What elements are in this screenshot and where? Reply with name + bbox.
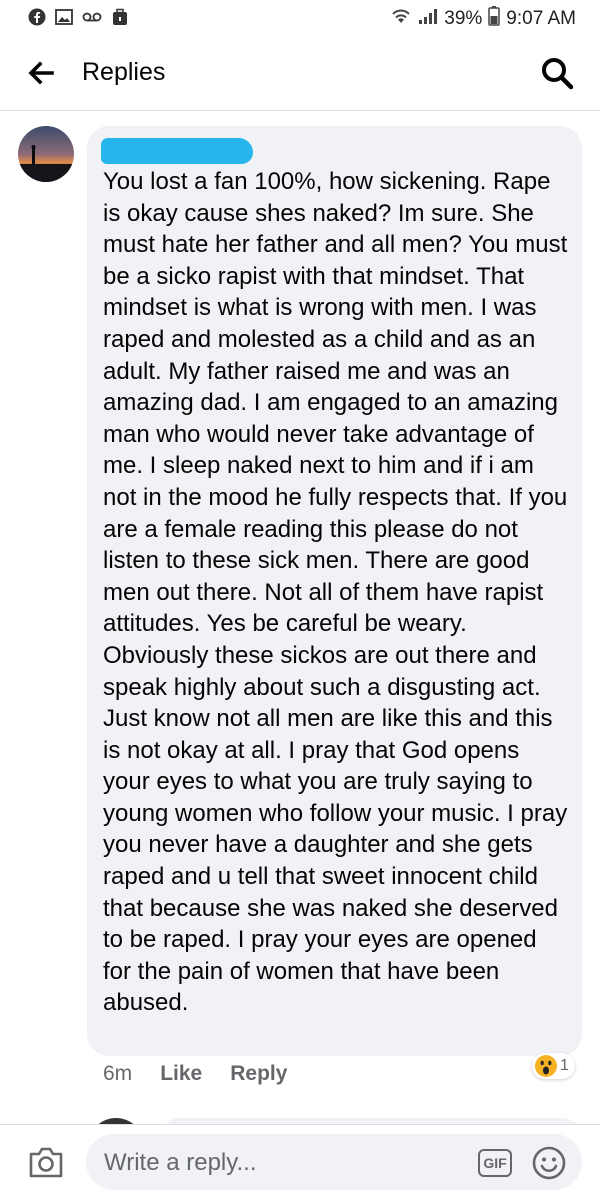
- status-bar: 39% 9:07 AM: [0, 0, 600, 36]
- comment-bubble: You lost a fan 100%, how sickening. Rape…: [87, 126, 582, 1056]
- notification-icons: [28, 8, 129, 31]
- reply-input-placeholder: Write a reply...: [104, 1149, 257, 1176]
- search-icon[interactable]: [540, 56, 574, 90]
- page-title: Replies: [82, 58, 166, 86]
- battery-percent: 39%: [444, 8, 483, 29]
- battery-icon: [488, 6, 501, 32]
- reply-composer: Write a reply... GIF: [0, 1124, 600, 1201]
- comment-text: You lost a fan 100%, how sickening. Rape…: [103, 168, 568, 1017]
- smiley-icon[interactable]: [532, 1146, 566, 1180]
- clock: 9:07 AM: [506, 8, 576, 29]
- system-indicators: 39% 9:07 AM: [390, 6, 576, 32]
- voicemail-icon: [82, 8, 102, 31]
- comment-timestamp: 6m: [103, 1062, 133, 1085]
- reply-button[interactable]: Reply: [230, 1062, 287, 1086]
- gif-button[interactable]: GIF: [478, 1149, 512, 1177]
- comment-actions: 6m Like Reply: [103, 1062, 287, 1086]
- signal-icon: [418, 7, 438, 31]
- app-bar: Replies: [0, 36, 600, 111]
- briefcase-icon: [111, 8, 129, 31]
- facebook-icon: [28, 8, 46, 31]
- reaction-summary[interactable]: 1: [532, 1053, 575, 1079]
- avatar[interactable]: [18, 126, 74, 182]
- wow-reaction-icon: [535, 1055, 557, 1077]
- arrow-left-icon[interactable]: [26, 58, 56, 88]
- gallery-icon: [55, 8, 73, 31]
- reaction-count: 1: [560, 1057, 569, 1074]
- wifi-icon: [390, 7, 412, 31]
- like-button[interactable]: Like: [160, 1062, 202, 1086]
- redacted-author-name: [101, 138, 253, 164]
- camera-icon[interactable]: [28, 1145, 64, 1179]
